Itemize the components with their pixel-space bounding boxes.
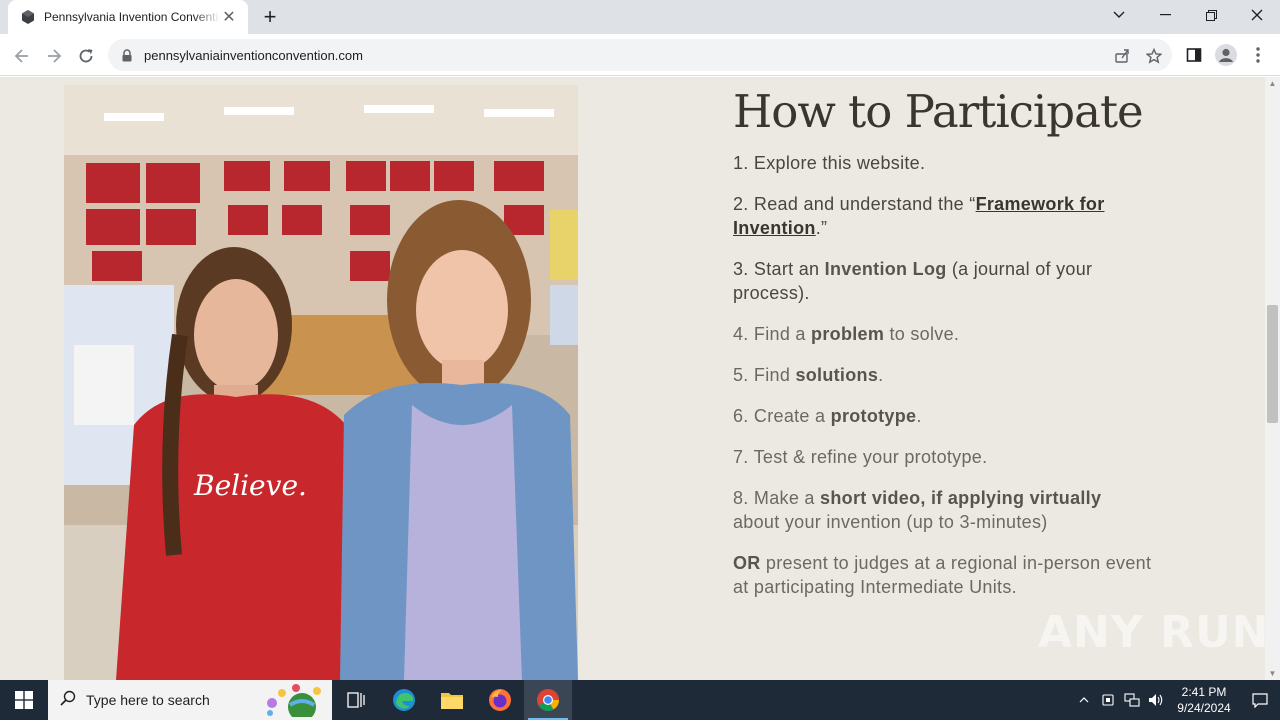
step-1: 1. Explore this website.: [733, 152, 926, 173]
system-clock[interactable]: 2:41 PM 9/24/2024: [1168, 684, 1240, 716]
step-3: 3. Start an Invention Log (a journal of …: [733, 258, 1093, 303]
show-hidden-icons-chevron-icon[interactable]: [1072, 680, 1096, 720]
side-panel-icon[interactable]: [1184, 45, 1204, 65]
minimize-icon[interactable]: [1142, 0, 1188, 30]
close-window-icon[interactable]: [1234, 0, 1280, 30]
network-icon[interactable]: [1120, 680, 1144, 720]
notification-center-icon[interactable]: [1240, 680, 1280, 720]
step-or: OR present to judges at a regional in-pe…: [733, 552, 1152, 597]
search-highlight-globe-icon: [262, 683, 326, 722]
back-icon[interactable]: [8, 42, 36, 70]
close-tab-icon[interactable]: ✕: [220, 8, 238, 26]
browser-toolbar: pennsylvaniainventionconvention.com: [0, 34, 1280, 76]
bookmark-star-icon[interactable]: [1144, 46, 1164, 66]
page-viewport: Believe. How to Participate 1. Explore t…: [0, 77, 1280, 680]
tab-title: Pennsylvania Invention Convention: [44, 10, 220, 24]
chrome-icon[interactable]: [524, 680, 572, 720]
task-view-icon[interactable]: [332, 680, 380, 720]
students-photo: Believe.: [64, 85, 578, 680]
scrollbar-thumb[interactable]: [1267, 305, 1278, 423]
taskbar-search-box[interactable]: Type here to search: [48, 680, 332, 722]
scroll-up-icon[interactable]: ▲: [1268, 79, 1277, 88]
volume-icon[interactable]: [1144, 680, 1168, 720]
search-icon: [60, 690, 76, 711]
vertical-scrollbar[interactable]: ▲ ▼: [1265, 77, 1280, 680]
anyrun-watermark: ANY RUN: [1038, 607, 1270, 658]
windows-taskbar: Type here to search 2:41 PM 9/24/2024: [0, 680, 1280, 722]
scroll-down-icon[interactable]: ▼: [1268, 669, 1277, 678]
tab-strip: Pennsylvania Invention Convention ✕ +: [0, 0, 1280, 34]
profile-avatar-icon[interactable]: [1214, 43, 1238, 67]
edge-browser-icon[interactable]: [380, 680, 428, 720]
search-placeholder: Type here to search: [86, 692, 210, 708]
step-2: 2. Read and understand the “Framework fo…: [733, 193, 1105, 238]
reload-icon[interactable]: [72, 42, 100, 70]
how-to-participate-section: How to Participate 1. Explore this websi…: [733, 87, 1153, 616]
clock-date: 9/24/2024: [1177, 701, 1231, 715]
new-tab-icon[interactable]: +: [258, 5, 282, 29]
step-8: 8. Make a short video, if applying virtu…: [733, 487, 1102, 532]
device-status-icon[interactable]: [1096, 680, 1120, 720]
address-bar[interactable]: pennsylvaniainventionconvention.com: [108, 39, 1172, 71]
system-tray: 2:41 PM 9/24/2024: [1072, 680, 1280, 720]
tab-search-icon[interactable]: [1096, 0, 1142, 30]
site-favicon-icon: [20, 9, 36, 25]
invention-log-text: Invention Log: [824, 258, 947, 279]
clock-time: 2:41 PM: [1181, 685, 1227, 699]
restore-icon[interactable]: [1188, 0, 1234, 30]
step-7: 7. Test & refine your prototype.: [733, 446, 988, 467]
more-menu-icon[interactable]: [1248, 45, 1268, 65]
file-explorer-icon[interactable]: [428, 680, 476, 720]
step-4: 4. Find a problem to solve.: [733, 323, 960, 344]
browser-tab[interactable]: Pennsylvania Invention Convention ✕: [8, 0, 248, 34]
forward-icon[interactable]: [40, 42, 68, 70]
windows-start-icon[interactable]: [0, 680, 48, 720]
share-icon[interactable]: [1112, 46, 1132, 66]
step-6: 6. Create a prototype.: [733, 405, 922, 426]
lock-icon[interactable]: [120, 48, 134, 62]
url-text: pennsylvaniainventionconvention.com: [144, 47, 363, 63]
firefox-icon[interactable]: [476, 680, 524, 720]
step-5: 5. Find solutions.: [733, 364, 884, 385]
page-title: How to Participate: [733, 85, 1144, 138]
svg-text:Believe.: Believe.: [193, 469, 307, 502]
